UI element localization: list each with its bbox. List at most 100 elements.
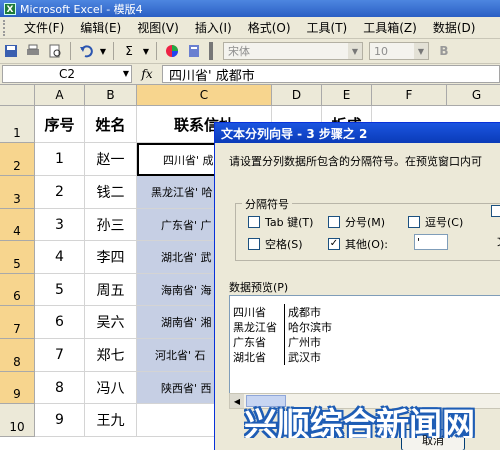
row-header-7[interactable]: 7 [0,306,35,339]
bold-icon[interactable]: B [435,42,453,60]
menu-edit[interactable]: 编辑(E) [72,19,129,36]
print-preview-icon[interactable] [46,42,64,60]
menu-format[interactable]: 格式(O) [240,19,299,36]
font-name-dropdown-icon[interactable]: ▼ [348,43,362,59]
preview-label: 数据预览(P) [229,281,289,294]
separator-group: 分隔符号 Tab 键(T) 分号(M) 逗号(C) 空格(S) ✓ 其他(O):… [235,196,500,261]
semicolon-checkbox-box[interactable] [328,216,340,228]
name-box[interactable]: C2 ▼ [2,65,132,83]
autosum-icon[interactable]: Σ [120,42,138,60]
row-header-6[interactable]: 6 [0,274,35,306]
consecutive-separator-checkbox[interactable] [491,205,500,217]
menu-tools[interactable]: 工具(T) [299,19,356,36]
font-size-combo[interactable]: 10 ▼ [369,42,429,60]
formula-input[interactable]: 四川省' 成都市 [162,65,500,84]
preview-row: 湖北省 武汉市 [230,348,500,365]
preview-cell: 武汉市 [288,350,321,364]
column-header-d[interactable]: D [272,85,322,106]
row-header-1[interactable]: 1 [0,106,35,143]
menu-toolbox[interactable]: 工具箱(Z) [355,19,425,36]
row-header-3[interactable]: 3 [0,176,35,209]
row-header-4[interactable]: 4 [0,209,35,241]
column-header-f[interactable]: F [372,85,447,106]
check-icon[interactable]: ✓ [328,238,340,250]
save-icon[interactable] [2,42,20,60]
separator-group-label: 分隔符号 [242,196,292,212]
table-cell-no[interactable]: 1 [35,143,85,176]
column-header-g[interactable]: G [447,85,500,106]
preview-cell: 黑龙江省 [230,318,285,335]
column-header-c[interactable]: C [137,85,272,106]
preview-cell: 湖北省 [230,348,285,365]
other-checkbox[interactable]: ✓ 其他(O): [328,236,388,252]
column-header-a[interactable]: A [35,85,85,106]
table-cell-no[interactable]: 6 [35,306,85,339]
dialog-instruction: 请设置分列数据所包含的分隔符号。在预览窗口内可 [229,155,482,168]
table-cell-name[interactable]: 赵一 [85,143,137,176]
excel-icon: X [4,2,16,15]
menu-file[interactable]: 文件(F) [16,19,72,36]
table-cell-name[interactable]: 王九 [85,404,137,437]
title-bar: X Microsoft Excel - 模版4 [0,0,500,17]
column-header-b[interactable]: B [85,85,137,106]
select-all-corner[interactable] [0,85,35,106]
print-icon[interactable] [24,42,42,60]
table-cell-no[interactable]: 3 [35,209,85,241]
color-wheel-icon[interactable] [163,42,181,60]
table-cell-name[interactable]: 郑七 [85,339,137,372]
row-header-9[interactable]: 9 [0,372,35,404]
autosum-dropdown-icon[interactable]: ▼ [142,42,150,60]
semicolon-checkbox-label: 分号(M) [345,216,386,229]
row-header-5[interactable]: 5 [0,241,35,274]
name-box-dropdown-icon[interactable]: ▼ [123,69,129,78]
space-checkbox-box[interactable] [248,238,260,250]
table-cell-name[interactable]: 周五 [85,274,137,306]
comma-checkbox-label: 逗号(C) [425,216,464,229]
table-cell-no[interactable]: 7 [35,339,85,372]
table-cell-name[interactable]: 李四 [85,241,137,274]
window-title: Microsoft Excel - 模版4 [20,2,143,16]
font-name-combo[interactable]: 宋体 ▼ [223,42,363,60]
font-size-value: 10 [374,44,388,58]
table-cell-name[interactable]: 钱二 [85,176,137,209]
table-cell-no[interactable]: 9 [35,404,85,437]
undo-icon[interactable] [77,42,95,60]
undo-dropdown-icon[interactable]: ▼ [99,42,107,60]
table-cell-no[interactable]: 2 [35,176,85,209]
space-checkbox[interactable]: 空格(S) [248,236,303,252]
table-cell-no[interactable]: 4 [35,241,85,274]
cell-header-name[interactable]: 姓名 [85,106,137,143]
font-size-dropdown-icon[interactable]: ▼ [414,43,428,59]
menu-insert[interactable]: 插入(I) [187,19,240,36]
comma-checkbox[interactable]: 逗号(C) [408,214,463,230]
table-cell-no[interactable]: 8 [35,372,85,404]
table-cell-no[interactable]: 5 [35,274,85,306]
comma-checkbox-box[interactable] [408,216,420,228]
scroll-left-icon[interactable]: ◀ [230,394,244,408]
tab-checkbox-box[interactable] [248,216,260,228]
row-header-2[interactable]: 2 [0,143,35,176]
cell-header-no[interactable]: 序号 [35,106,85,143]
data-preview[interactable]: 四川省 成都市 黑龙江省 哈尔滨市 广东省 广州市 湖北省 武汉市 [229,295,500,395]
toolbar-grip[interactable] [209,42,213,60]
column-header-e[interactable]: E [322,85,372,106]
fx-icon[interactable]: fx [132,67,162,81]
dialog-title[interactable]: 文本分列向导 - 3 步骤之 2 [215,123,500,143]
preview-cell: 广州市 [288,335,321,349]
row-header-10[interactable]: 10 [0,404,35,437]
menu-data[interactable]: 数据(D) [425,19,484,36]
table-cell-name[interactable]: 吴六 [85,306,137,339]
tab-checkbox[interactable]: Tab 键(T) [248,214,313,230]
other-separator-input[interactable]: ' [414,234,448,250]
table-cell-name[interactable]: 孙三 [85,209,137,241]
menu-bar: 文件(F) 编辑(E) 视图(V) 插入(I) 格式(O) 工具(T) 工具箱(… [0,17,500,39]
semicolon-checkbox[interactable]: 分号(M) [328,214,385,230]
watermark-text: 兴顺综合新闻网 [244,405,475,438]
menu-grip-icon[interactable] [3,19,13,36]
table-cell-name[interactable]: 冯八 [85,372,137,404]
calculator-icon[interactable] [185,42,203,60]
preview-row: 黑龙江省 哈尔滨市 [230,318,500,335]
menu-view[interactable]: 视图(V) [129,19,187,36]
row-header-8[interactable]: 8 [0,339,35,372]
space-checkbox-label: 空格(S) [265,238,303,251]
